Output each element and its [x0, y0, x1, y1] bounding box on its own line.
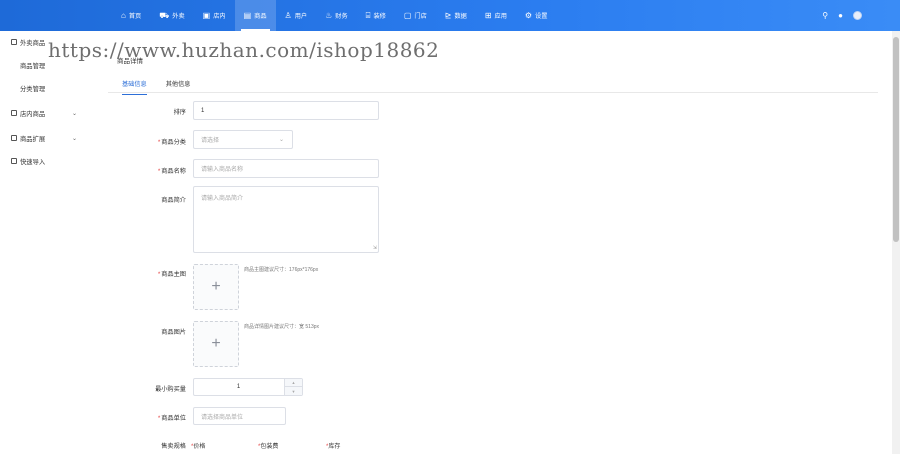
spec-label: 售卖规格	[161, 443, 186, 450]
sort-label: 排序	[173, 109, 186, 116]
plus-icon: +	[211, 278, 221, 295]
increment-icon[interactable]: ▲	[285, 379, 302, 387]
nav-item-label: 店内	[213, 13, 226, 20]
min-buy-stepper: 1 ▲ ▼	[193, 378, 303, 396]
nav-item[interactable]: ⌸ 装修	[357, 0, 395, 31]
sidebar: 外卖商品 商品管理 分类管理 店内商品 ⌄ 商品扩展 ⌄ 快速导入	[0, 31, 93, 454]
images-label: 商品图片	[161, 329, 186, 336]
main-image-label: *商品主图	[157, 271, 186, 278]
nav-item[interactable]: ▢ 门店	[395, 0, 436, 31]
sidebar-item-category-manage[interactable]: 分类管理	[0, 82, 93, 94]
nav-item[interactable]: ⊞ 应用	[476, 0, 516, 31]
avatar[interactable]	[853, 11, 862, 20]
name-input[interactable]: 请输入商品名称	[193, 159, 379, 178]
shop-icon: ▢	[403, 10, 412, 20]
images-upload[interactable]: +	[193, 321, 239, 367]
goods-icon	[11, 39, 17, 45]
delivery-icon: ⛟	[159, 10, 170, 20]
finance-icon: ♨	[325, 10, 333, 20]
tabs-divider	[108, 92, 878, 93]
nav-item[interactable]: ▤ 商品	[234, 0, 276, 31]
name-label: *商品名称	[157, 168, 186, 175]
nav-item-label: 数据	[454, 13, 467, 20]
nav-item-label: 门店	[414, 13, 427, 20]
home-icon: ⌂	[121, 10, 126, 20]
chart-icon: ⊵	[444, 10, 452, 20]
watermark: https://www.huzhan.com/ishop18862	[48, 38, 440, 62]
scrollbar-thumb[interactable]	[893, 37, 899, 242]
nav-item-label: 首页	[128, 13, 142, 20]
nav-item-label: 应用	[494, 13, 507, 20]
nav-item[interactable]: ⊵ 数据	[436, 0, 476, 31]
import-icon	[11, 158, 17, 164]
search-icon[interactable]: ⚲	[822, 11, 828, 20]
nav-item-label: 设置	[535, 13, 548, 20]
chevron-down-icon: ⌄	[278, 137, 284, 143]
main-image-upload[interactable]: +	[193, 264, 239, 310]
sidebar-item-label: 店内商品	[20, 110, 46, 118]
nav-item-label: 用户	[294, 13, 308, 20]
store-icon	[11, 110, 17, 116]
decrement-icon[interactable]: ▼	[285, 387, 302, 395]
nav-item[interactable]: ♙ 用户	[276, 0, 317, 31]
nav-item[interactable]: ⛟ 外卖	[150, 0, 193, 31]
spec-column-packing-fee: *包装费	[258, 444, 279, 450]
sidebar-item-label: 商品管理	[20, 62, 46, 70]
extend-icon	[11, 135, 17, 141]
stepper-buttons: ▲ ▼	[284, 379, 302, 395]
sidebar-item-goods-extend[interactable]: 商品扩展 ⌄	[0, 132, 93, 144]
apps-icon: ⊞	[484, 10, 492, 20]
chevron-down-icon: ⌄	[71, 110, 77, 117]
nav-item[interactable]: ⚙ 设置	[516, 0, 557, 31]
top-nav-actions: ⚲ ●	[822, 0, 862, 31]
nav-item-label: 财务	[335, 13, 348, 20]
sidebar-item-instore-goods[interactable]: 店内商品 ⌄	[0, 107, 93, 119]
store-icon: ▣	[202, 10, 211, 20]
top-nav-menu: ⌂ 首页 ⛟ 外卖 ▣ 店内 ▤ 商品 ♙ 用户 ♨ 财务 ⌸ 装修 ▢ 门店 ⊵ 数据 ⊞ 应用 ⚙ 设置	[112, 0, 556, 31]
page-scrollbar[interactable]	[892, 31, 900, 454]
goods-icon: ▤	[243, 10, 252, 20]
plus-icon: +	[211, 335, 221, 352]
gear-icon: ⚙	[524, 10, 533, 20]
nav-item-label: 商品	[254, 13, 267, 20]
chevron-down-icon: ⌄	[71, 135, 77, 142]
top-navbar: ⌂ 首页 ⛟ 外卖 ▣ 店内 ▤ 商品 ♙ 用户 ♨ 财务 ⌸ 装修 ▢ 门店 ⊵ 数据 ⊞ 应用 ⚙ 设置 ⚲ ●	[0, 0, 900, 31]
intro-label: 商品简介	[161, 197, 186, 204]
bell-icon[interactable]: ●	[838, 11, 843, 20]
sidebar-item-label: 商品扩展	[20, 135, 46, 143]
unit-label: *商品单位	[157, 415, 186, 422]
sidebar-item-label: 分类管理	[20, 85, 46, 93]
spec-column-price: *价格	[191, 444, 206, 450]
category-select[interactable]: 请选择 ⌄	[193, 130, 293, 149]
nav-item[interactable]: ⌂ 首页	[112, 0, 150, 31]
user-icon: ♙	[284, 10, 292, 20]
category-label: *商品分类	[157, 139, 186, 146]
min-buy-input[interactable]: 1	[194, 379, 283, 395]
nav-item-label: 外卖	[172, 13, 185, 20]
nav-item[interactable]: ♨ 财务	[316, 0, 357, 31]
images-hint: 商品详情图片建议尺寸：宽 513px	[244, 324, 320, 330]
nav-item-label: 装修	[373, 13, 386, 20]
decorate-icon: ⌸	[365, 10, 371, 20]
min-buy-label: 最小购买量	[155, 386, 186, 393]
sidebar-item-label: 快速导入	[20, 158, 46, 166]
unit-input[interactable]: 请选择商品单位	[193, 407, 286, 425]
nav-item[interactable]: ▣ 店内	[194, 0, 235, 31]
spec-column-stock: *库存	[326, 444, 341, 450]
sidebar-item-label: 外卖商品	[20, 39, 46, 47]
main-image-hint: 商品主图建议尺寸：176px*176px	[244, 267, 319, 273]
sort-input[interactable]: 1	[193, 101, 379, 120]
resize-handle-icon[interactable]: ⇲	[373, 245, 377, 251]
sidebar-item-quick-import[interactable]: 快速导入	[0, 155, 93, 167]
intro-textarea[interactable]: 请输入商品简介 ⇲	[193, 186, 379, 253]
